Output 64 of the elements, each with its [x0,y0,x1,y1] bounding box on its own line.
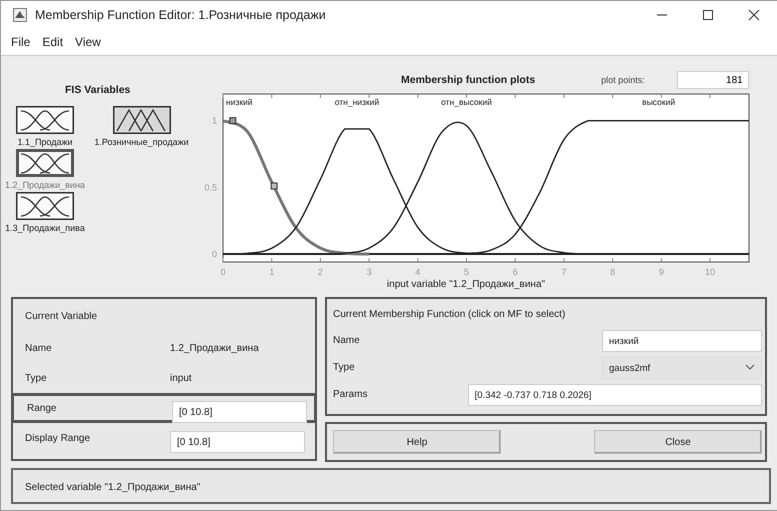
field-label: Type [333,362,356,373]
tick-label: 7 [561,267,566,277]
type-dropdown[interactable]: gauss2mf [602,356,762,378]
field-value: 1.2_Продажи_вина [170,342,259,354]
field-label: Range [27,402,58,414]
window-title: Membership Function Editor: 1.Розничные продажи [35,8,327,22]
variable-box[interactable] [16,149,74,177]
axis-label: input variable "1.2_Продажи_вина" [386,279,546,290]
tick-label: 10 [705,267,716,277]
variable-label: 1.3_Продажи_пива [5,223,85,233]
tick-label: 5 [464,267,470,277]
tick-label: 9 [658,267,664,277]
curve-label: отн_высокий [441,97,492,107]
panel-title: Current Membership Function (click on MF to select) [333,309,566,322]
field-label: Type [25,372,48,384]
field-label: Params [333,389,368,400]
curve-handle[interactable] [229,117,236,124]
membership-curve[interactable] [223,128,491,255]
tick-label: 0.5 [204,182,217,192]
membership-curve[interactable] [442,120,749,255]
variable-label: 1.1_Продажи [17,137,73,147]
chevron-icon [745,362,755,370]
tick-label: 4 [415,267,420,277]
membership-curve[interactable] [320,122,588,255]
chart-title: Membership function plots [401,74,536,86]
input-field[interactable]: низкий [602,330,762,352]
tick-label: 1 [212,116,217,126]
panel-button[interactable]: Close [594,430,762,454]
tick-label: 6 [512,267,518,277]
section-title: FIS Variables [65,84,130,96]
field-label: Name [333,335,361,346]
tick-label: 1 [269,267,274,277]
plot-points-field[interactable]: 181 [676,71,749,89]
input-field[interactable]: [0.342 -0.737 0.718 0.2026] [468,384,762,406]
tick-label: 3 [366,267,372,277]
field-label: Display Range [25,432,92,444]
curve-handle[interactable] [270,182,278,190]
curve-label: отн_низкий [334,97,380,107]
menu-item[interactable]: View [69,34,107,48]
plot-points-label: plot points: [601,75,645,85]
tick-label: 2 [318,267,323,277]
menu-item[interactable]: File [5,34,36,48]
variable-label: 1.2_Продажи_вина [5,180,85,190]
variable-label: 1.Розничные_продажи [94,137,189,147]
curve-label: низкий [226,97,253,107]
panel-title: Current Variable [25,311,98,324]
app-icon [13,8,27,22]
maximize-icon[interactable] [702,8,714,20]
curve-label: высокий [642,97,676,107]
variable-box[interactable] [16,192,74,220]
variable-box[interactable] [112,106,170,134]
input-field[interactable]: [0 10.8] [172,401,307,423]
tick-label: 0 [212,249,217,259]
menu-item[interactable]: Edit [36,34,70,48]
variable-box[interactable] [16,106,74,134]
input-field[interactable]: [0 10.8] [170,431,305,453]
close-icon[interactable] [748,8,760,20]
field-value: input [170,372,192,384]
tick-label: 0 [220,267,226,277]
membership-curve[interactable] [222,119,370,256]
status-text: Selected variable "1.2_Продажи_вина" [25,482,200,493]
panel-button[interactable]: Help [333,430,501,454]
field-label: Name [25,342,53,354]
tick-label: 8 [610,267,616,277]
